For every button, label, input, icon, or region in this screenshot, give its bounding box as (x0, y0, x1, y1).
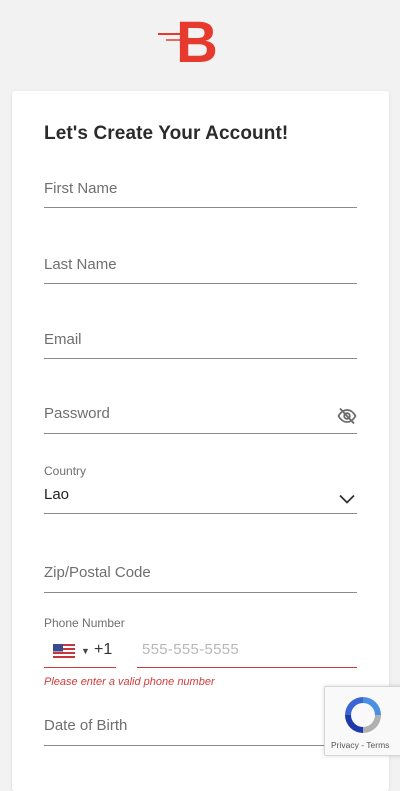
phone-input[interactable]: 555-555-5555 (142, 641, 239, 658)
zip-underline (44, 592, 357, 593)
zip-placeholder: Zip/Postal Code (44, 564, 151, 581)
phone-field: Phone Number ▼ +1 555-555-5555 Please en… (44, 615, 357, 693)
dob-placeholder: Date of Birth (44, 717, 128, 734)
dial-code-underline (44, 667, 116, 668)
dob-field[interactable]: Date of Birth (44, 714, 357, 746)
chevron-down-icon[interactable] (339, 491, 355, 504)
password-placeholder: Password (44, 405, 110, 422)
country-select[interactable]: Country Lao (44, 464, 357, 514)
recaptcha-icon (345, 697, 381, 733)
email-field[interactable]: Email (44, 328, 357, 360)
us-flag-icon[interactable] (53, 644, 75, 658)
password-underline (44, 433, 357, 434)
country-underline (44, 513, 357, 514)
logo-letter: B (176, 10, 218, 66)
last-name-underline (44, 283, 357, 284)
country-label: Country (44, 464, 87, 478)
phone-label: Phone Number (44, 616, 125, 630)
country-value: Lao (44, 486, 70, 503)
recaptcha-links[interactable]: Privacy - Terms (331, 740, 389, 750)
first-name-underline (44, 207, 357, 208)
page-title: Let's Create Your Account! (44, 123, 289, 144)
country-code-caret-icon[interactable]: ▼ (81, 646, 90, 656)
recaptcha-badge[interactable]: Privacy - Terms (324, 686, 400, 756)
last-name-placeholder: Last Name (44, 256, 117, 273)
last-name-field[interactable]: Last Name (44, 252, 357, 284)
email-underline (44, 358, 357, 359)
first-name-placeholder: First Name (44, 180, 118, 197)
first-name-field[interactable]: First Name (44, 177, 357, 209)
phone-error-text: Please enter a valid phone number (44, 676, 215, 688)
dob-underline (44, 745, 357, 746)
brand-logo: B (156, 10, 230, 75)
password-field[interactable]: Password (44, 403, 357, 435)
eye-off-icon[interactable] (337, 406, 357, 426)
dial-code[interactable]: +1 (94, 641, 112, 659)
zip-field[interactable]: Zip/Postal Code (44, 561, 357, 593)
phone-underline (137, 667, 357, 668)
email-placeholder: Email (44, 331, 82, 348)
